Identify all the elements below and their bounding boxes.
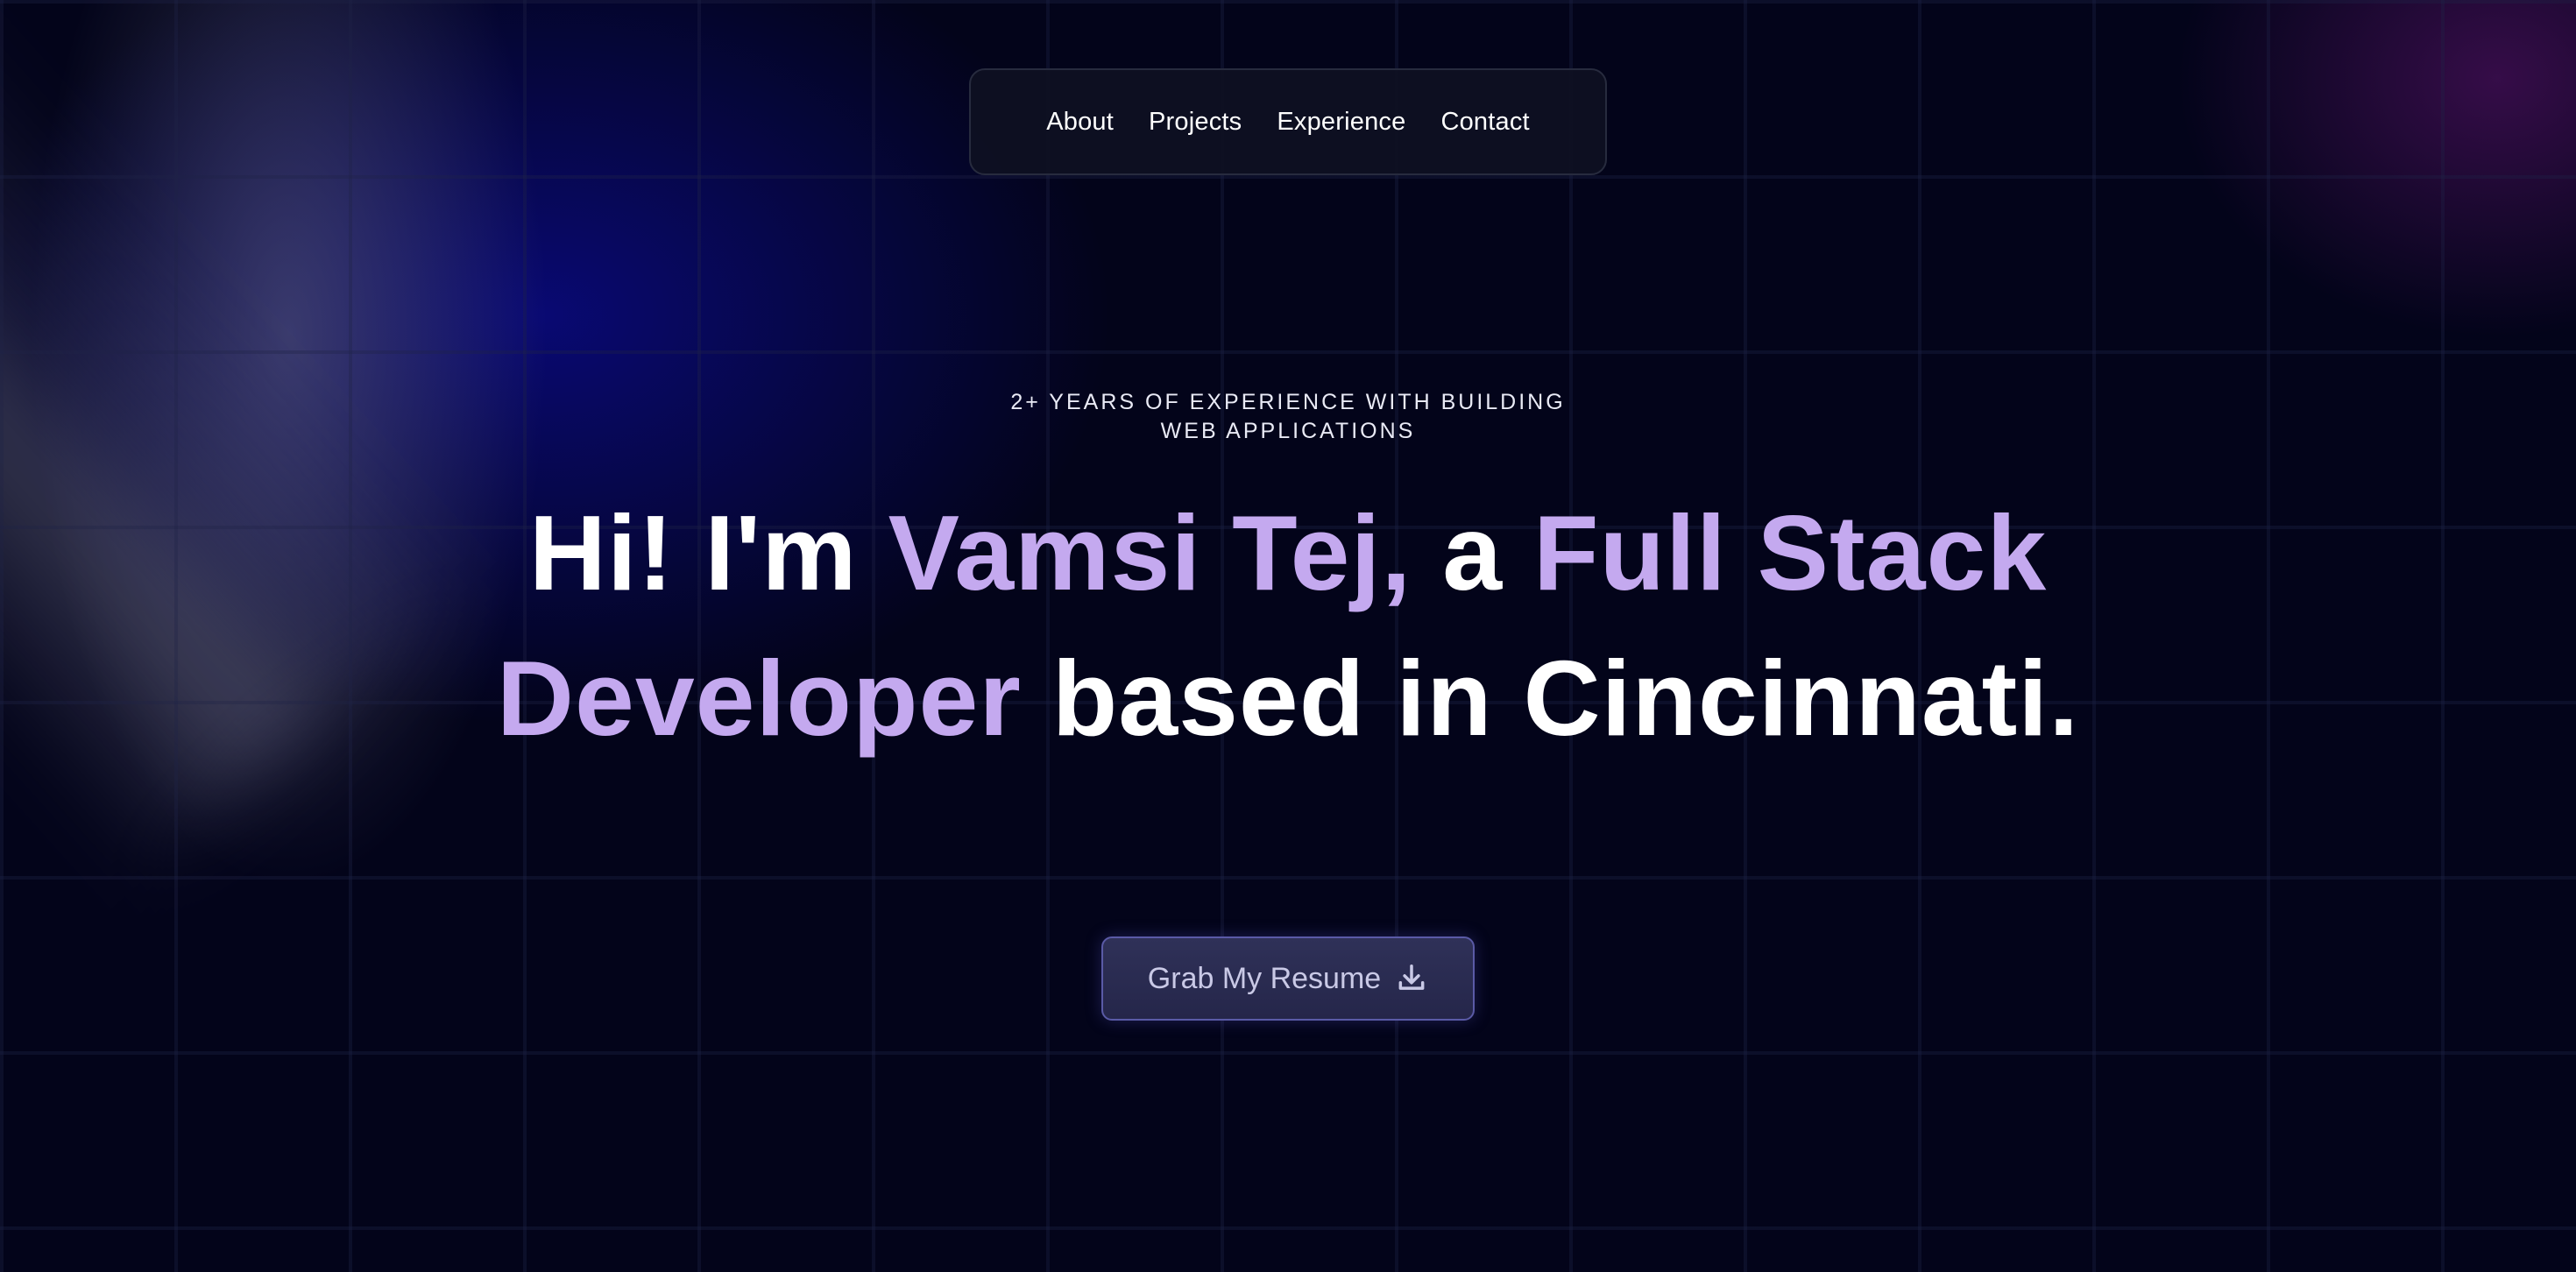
headline-greeting: Hi! I'm (528, 493, 888, 612)
download-icon (1395, 962, 1428, 995)
resume-button-label: Grab My Resume (1147, 961, 1382, 995)
headline-name: Vamsi Tej, (888, 493, 1412, 612)
tagline-line-1: 2+ YEARS OF EXPERIENCE WITH BUILDING (1010, 390, 1566, 414)
hero-headline: Hi! I'm Vamsi Tej, a Full Stack Develope… (412, 480, 2164, 771)
headline-connector: a (1412, 493, 1533, 612)
experience-tagline: 2+ YEARS OF EXPERIENCE WITH BUILDING WEB… (981, 388, 1595, 446)
nav-contact[interactable]: Contact (1440, 108, 1529, 137)
nav-projects[interactable]: Projects (1149, 108, 1242, 137)
tagline-line-2: WEB APPLICATIONS (1160, 419, 1416, 443)
grab-resume-button[interactable]: Grab My Resume (1101, 936, 1475, 1021)
nav-experience[interactable]: Experience (1277, 108, 1405, 137)
top-navigation: About Projects Experience Contact (969, 68, 1607, 175)
nav-about[interactable]: About (1046, 108, 1114, 137)
headline-location: based in Cincinnati. (1021, 639, 2080, 758)
